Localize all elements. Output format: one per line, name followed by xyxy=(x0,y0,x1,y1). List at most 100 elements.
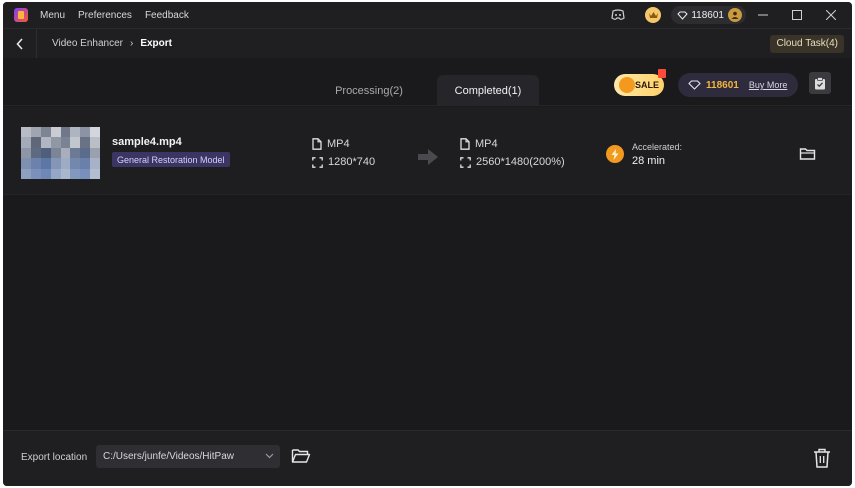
bottom-bar: Export location C:/Users/junfe/Videos/Hi… xyxy=(3,430,852,486)
thumbnail-pixel xyxy=(70,137,81,148)
thumbnail-pixel xyxy=(80,127,91,138)
input-format: MP4 xyxy=(312,138,350,150)
app-window: Menu Preferences Feedback 118601 Video E… xyxy=(3,2,852,486)
breadcrumb: Video Enhancer › Export Cloud Task(4) xyxy=(3,28,852,59)
accelerated-time: 28 min xyxy=(632,155,666,167)
thumbnail-pixel xyxy=(50,127,61,138)
thumbnail-pixel xyxy=(21,137,31,148)
thumbnail-pixel xyxy=(90,168,100,179)
trash-icon[interactable] xyxy=(812,447,832,469)
output-resolution-value: 2560*1480(200%) xyxy=(476,156,565,168)
model-tag: General Restoration Model xyxy=(112,152,230,167)
video-thumbnail xyxy=(21,127,100,179)
chevron-right-icon: › xyxy=(129,38,134,49)
points-balance[interactable]: 118601 xyxy=(671,6,746,24)
output-format-value: MP4 xyxy=(475,138,498,150)
thumbnail-pixel xyxy=(90,158,100,169)
chevron-down-icon xyxy=(265,453,274,459)
tab-completed[interactable]: Completed(1) xyxy=(437,75,539,106)
file-icon xyxy=(312,138,322,150)
task-row: sample4.mp4 General Restoration Model MP… xyxy=(3,107,852,195)
thumbnail-pixel xyxy=(70,147,81,159)
thumbnail-pixel xyxy=(40,127,51,138)
resolution-icon xyxy=(460,156,471,168)
sale-label: SALE xyxy=(634,80,659,90)
thumbnail-pixel xyxy=(30,158,41,169)
preferences-button[interactable]: Preferences xyxy=(78,10,132,21)
thumbnail-pixel xyxy=(70,158,81,169)
minimize-button[interactable] xyxy=(746,2,780,28)
points-value: 118601 xyxy=(691,9,724,21)
sale-flag-icon xyxy=(658,69,666,78)
avatar[interactable] xyxy=(728,8,742,22)
thumbnail-pixel xyxy=(90,137,100,148)
thumbnail-pixel xyxy=(30,137,41,148)
coin-icon xyxy=(619,77,635,93)
thumbnail-pixel xyxy=(60,127,71,138)
export-location-label: Export location xyxy=(21,452,88,463)
thumbnail-pixel xyxy=(21,158,31,169)
output-resolution: 2560*1480(200%) xyxy=(460,156,565,168)
breadcrumb-video-enhancer[interactable]: Video Enhancer xyxy=(52,38,123,49)
export-location-value: C:/Users/junfe/Videos/HitPaw xyxy=(103,451,234,462)
back-button[interactable] xyxy=(3,28,37,59)
arrow-right-icon xyxy=(418,149,438,165)
thumbnail-pixel xyxy=(80,147,91,159)
crown-coin-icon[interactable] xyxy=(645,7,662,23)
thumbnail-pixel xyxy=(50,147,61,159)
menu-button[interactable]: Menu xyxy=(40,10,65,21)
app-logo-icon xyxy=(14,8,28,22)
file-name: sample4.mp4 xyxy=(112,136,182,148)
thumbnail-pixel xyxy=(40,137,51,148)
input-resolution-value: 1280*740 xyxy=(328,156,376,168)
maximize-button[interactable] xyxy=(780,2,814,28)
thumbnail-pixel xyxy=(30,127,41,138)
thumbnail-pixel xyxy=(21,127,31,138)
buy-more-link[interactable]: Buy More xyxy=(749,80,788,90)
folder-open-icon[interactable] xyxy=(291,447,311,465)
thumbnail-pixel xyxy=(80,158,91,169)
thumbnail-pixel xyxy=(40,168,51,179)
close-button[interactable] xyxy=(814,2,848,28)
thumbnail-pixel xyxy=(80,168,91,179)
thumbnail-pixel xyxy=(50,168,61,179)
thumbnail-pixel xyxy=(40,158,51,169)
input-resolution: 1280*740 xyxy=(312,156,375,168)
thumbnail-pixel xyxy=(30,168,41,179)
thumbnail-pixel xyxy=(40,147,51,159)
breadcrumb-current: Export xyxy=(140,38,172,49)
feedback-button[interactable]: Feedback xyxy=(145,10,189,21)
thumbnail-pixel xyxy=(50,158,61,169)
tab-processing[interactable]: Processing(2) xyxy=(319,75,419,106)
clipboard-check-icon xyxy=(815,76,825,89)
thumbnail-pixel xyxy=(60,158,71,169)
output-format: MP4 xyxy=(460,138,498,150)
acceleration-icon xyxy=(606,145,624,163)
title-bar: Menu Preferences Feedback 118601 xyxy=(3,2,852,28)
thumbnail-pixel xyxy=(70,127,81,138)
diamond-icon xyxy=(677,11,689,20)
file-icon xyxy=(460,138,470,150)
clipboard-button[interactable] xyxy=(809,72,831,94)
cloud-task-button[interactable]: Cloud Task(4) xyxy=(770,34,844,53)
export-location-select[interactable]: C:/Users/junfe/Videos/HitPaw xyxy=(96,445,280,468)
points-value: 118601 xyxy=(706,79,739,91)
buy-more-pill[interactable]: 118601 Buy More xyxy=(678,73,798,97)
accelerated-label: Accelerated: xyxy=(632,142,683,152)
sale-button[interactable]: SALE xyxy=(614,69,666,96)
discord-icon[interactable] xyxy=(609,6,627,24)
thumbnail-pixel xyxy=(60,147,71,159)
thumbnail-pixel xyxy=(90,127,100,138)
input-format-value: MP4 xyxy=(327,138,350,150)
thumbnail-pixel xyxy=(21,147,31,159)
thumbnail-pixel xyxy=(80,137,91,148)
tabs-row: Processing(2) Completed(1) SALE 118601 B… xyxy=(3,58,852,106)
diamond-icon xyxy=(688,80,701,90)
thumbnail-pixel xyxy=(60,137,71,148)
folder-icon[interactable] xyxy=(799,145,817,163)
thumbnail-pixel xyxy=(50,137,61,148)
thumbnail-pixel xyxy=(90,147,100,159)
resolution-icon xyxy=(312,156,323,168)
chevron-left-icon xyxy=(15,37,23,50)
thumbnail-pixel xyxy=(21,168,31,179)
